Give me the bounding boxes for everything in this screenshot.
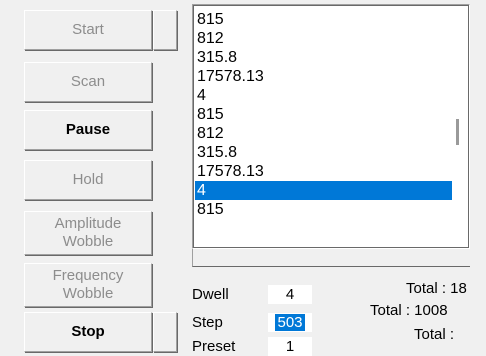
preset-value[interactable]: 1 — [268, 337, 312, 356]
pause-button[interactable]: Pause — [24, 110, 152, 150]
total-line-1: Total : 18 — [406, 280, 467, 297]
list-item[interactable]: 17578.13 — [195, 67, 453, 86]
list-item[interactable]: 815 — [195, 200, 453, 219]
scan-button-label: Scan — [70, 73, 106, 90]
start-side-button[interactable] — [153, 10, 177, 50]
list-item[interactable]: 812 — [195, 124, 453, 143]
total-line-3: Total : — [414, 326, 455, 343]
total-line-2: Total : 1008 — [370, 302, 448, 319]
totals-area: Total : 18 Total : 1008 Total : — [330, 276, 471, 356]
pause-button-label: Pause — [65, 121, 111, 138]
horizontal-scrollbar[interactable] — [192, 249, 470, 267]
step-label: Step — [192, 314, 223, 331]
amplitude-wobble-label: Amplitude Wobble — [54, 215, 122, 250]
hold-button-label: Hold — [72, 171, 104, 188]
stop-button-label: Stop — [71, 323, 105, 340]
list-item[interactable]: 315.8 — [195, 48, 453, 67]
stop-side-button[interactable] — [153, 312, 177, 352]
vertical-scroll-thumb[interactable] — [456, 119, 459, 145]
preset-label: Preset — [192, 338, 236, 355]
start-button-label: Start — [72, 21, 104, 38]
vertical-scrollbar[interactable] — [452, 7, 467, 246]
step-value[interactable]: 503 — [268, 313, 312, 332]
start-button[interactable]: Start — [24, 10, 152, 50]
stop-button[interactable]: Stop — [24, 312, 152, 352]
list-item[interactable]: 315.8 — [195, 143, 453, 162]
step-value-text: 503 — [275, 314, 305, 331]
hold-button[interactable]: Hold — [24, 160, 152, 200]
list-item[interactable]: 4 — [195, 86, 453, 105]
list-item[interactable]: 812 — [195, 29, 453, 48]
frequency-wobble-button[interactable]: Frequency Wobble — [24, 263, 152, 307]
values-listbox[interactable]: 815 812 315.8 17578.13 4 815 812 315.8 1… — [192, 4, 470, 249]
scan-button[interactable]: Scan — [24, 62, 152, 102]
list-item[interactable]: 815 — [195, 10, 453, 29]
list-item-selected[interactable]: 4 — [195, 181, 453, 200]
list-item[interactable]: 17578.13 — [195, 162, 453, 181]
dwell-label: Dwell — [192, 286, 229, 303]
values-list: 815 812 315.8 17578.13 4 815 812 315.8 1… — [195, 10, 453, 219]
list-item[interactable]: 815 — [195, 105, 453, 124]
dwell-value[interactable]: 4 — [268, 285, 312, 304]
frequency-wobble-label: Frequency Wobble — [52, 267, 124, 302]
amplitude-wobble-button[interactable]: Amplitude Wobble — [24, 211, 152, 255]
